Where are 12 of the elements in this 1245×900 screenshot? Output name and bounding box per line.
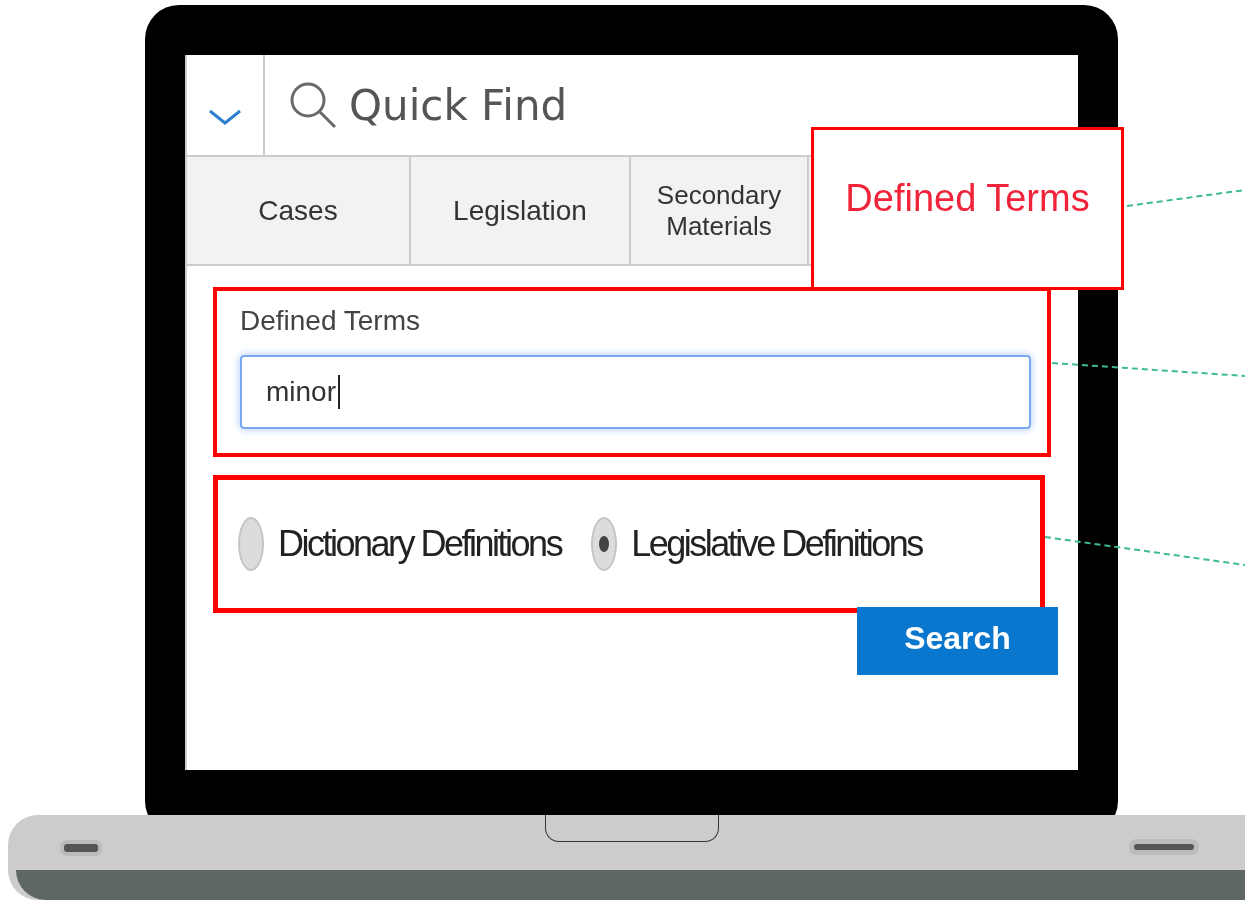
- tab[interactable]: Legislation: [411, 157, 629, 264]
- tab[interactable]: Secondary Materials: [631, 157, 807, 264]
- radio-label: Legislative Definitions: [631, 523, 922, 565]
- tab[interactable]: Cases: [187, 157, 409, 264]
- radio-button[interactable]: [591, 517, 618, 571]
- quick-find-title: Quick Find: [349, 80, 568, 130]
- search-button[interactable]: Search: [857, 607, 1058, 675]
- field-label: Defined Terms: [240, 305, 421, 337]
- radio-label: Dictionary Definitions: [278, 523, 562, 565]
- search-input-field[interactable]: minor: [240, 355, 1031, 429]
- radio-button[interactable]: [238, 517, 264, 571]
- tab[interactable]: Defined Terms: [811, 127, 1124, 290]
